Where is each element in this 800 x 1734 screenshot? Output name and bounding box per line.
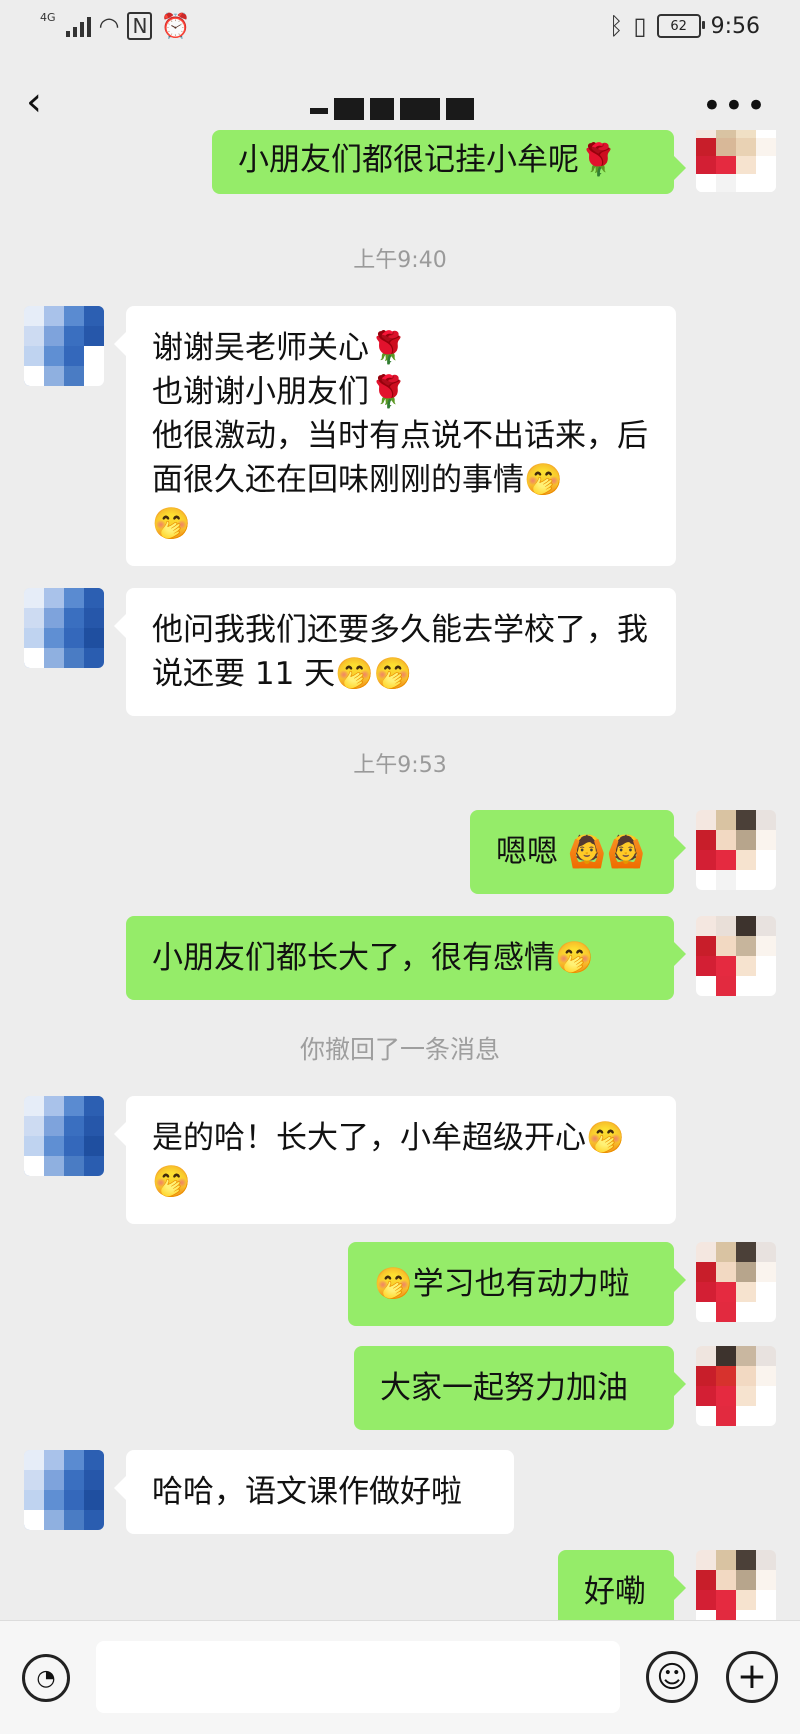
avatar-self[interactable] bbox=[696, 810, 776, 890]
battery-icon: 62 bbox=[656, 14, 705, 38]
avatar-self[interactable] bbox=[696, 1242, 776, 1322]
message-bubble-outgoing[interactable]: 好嘞 bbox=[558, 1550, 686, 1620]
avatar-self[interactable] bbox=[696, 1346, 776, 1426]
plus-icon: + bbox=[736, 1656, 768, 1697]
message-bubble-outgoing[interactable]: 小朋友们都长大了，很有感情🤭 bbox=[126, 916, 686, 1000]
message-bubble-outgoing[interactable]: 大家一起努力加油 bbox=[354, 1346, 686, 1430]
more-button[interactable]: ••• bbox=[702, 86, 768, 126]
chat-area[interactable]: 小朋友们都很记挂小牟呢🌹 上午9:40 谢谢吴老师关心🌹 也谢谢小朋友们🌹 他很… bbox=[0, 130, 800, 1620]
ellipsis-icon: ••• bbox=[701, 86, 768, 126]
emoji-button[interactable]: ☺ bbox=[646, 1651, 698, 1703]
message-bubble-outgoing[interactable]: 小朋友们都很记挂小牟呢🌹 bbox=[212, 130, 686, 194]
chat-title-redacted bbox=[310, 98, 480, 120]
input-bar: ◔ ☺ + bbox=[0, 1620, 800, 1734]
battery-level: 62 bbox=[670, 18, 687, 34]
voice-icon: ◔ bbox=[36, 1665, 56, 1691]
avatar-contact[interactable] bbox=[24, 306, 104, 386]
chevron-left-icon: ‹ bbox=[26, 79, 42, 125]
message-bubble-outgoing[interactable]: 🤭学习也有动力啦 bbox=[348, 1242, 686, 1326]
avatar-self[interactable] bbox=[696, 916, 776, 996]
message-bubble-incoming[interactable]: 谢谢吴老师关心🌹 也谢谢小朋友们🌹 他很激动，当时有点说不出话来，后面很久还在回… bbox=[114, 306, 676, 566]
more-actions-button[interactable]: + bbox=[726, 1651, 778, 1703]
avatar-self[interactable] bbox=[696, 130, 776, 192]
timestamp: 上午9:53 bbox=[353, 753, 447, 778]
back-button[interactable]: ‹ bbox=[26, 82, 42, 122]
voice-button[interactable]: ◔ bbox=[22, 1654, 70, 1702]
message-input[interactable] bbox=[96, 1641, 620, 1713]
alarm-icon: ⏰ bbox=[160, 12, 191, 40]
smiley-icon: ☺ bbox=[656, 1659, 688, 1695]
avatar-contact[interactable] bbox=[24, 588, 104, 668]
nfc-icon: N bbox=[127, 12, 153, 40]
status-left: 4G ◠ N ⏰ bbox=[40, 10, 191, 40]
avatar-self[interactable] bbox=[696, 1550, 776, 1620]
wifi-icon: ◠ bbox=[98, 12, 120, 40]
message-bubble-incoming[interactable]: 是的哈！长大了，小牟超级开心🤭 🤭 bbox=[114, 1096, 676, 1224]
status-right: ᛒ ▯ 62 9:56 bbox=[609, 12, 760, 40]
network-type-label: 4G bbox=[40, 10, 56, 24]
message-bubble-incoming[interactable]: 哈哈，语文课作做好啦 bbox=[114, 1450, 514, 1534]
status-bar: 4G ◠ N ⏰ ᛒ ▯ 62 9:56 bbox=[0, 0, 800, 56]
recalled-message-notice: 你撤回了一条消息 bbox=[299, 1035, 500, 1064]
vibrate-icon: ▯ bbox=[633, 12, 647, 40]
avatar-contact[interactable] bbox=[24, 1450, 104, 1530]
status-time: 9:56 bbox=[710, 13, 760, 39]
signal-icon bbox=[65, 15, 91, 37]
bluetooth-icon: ᛒ bbox=[608, 12, 624, 40]
message-bubble-incoming[interactable]: 他问我我们还要多久能去学校了，我说还要 11 天🤭🤭 bbox=[114, 588, 676, 716]
message-bubble-outgoing[interactable]: 嗯嗯 🙆🙆 bbox=[470, 810, 686, 894]
avatar-contact[interactable] bbox=[24, 1096, 104, 1176]
timestamp: 上午9:40 bbox=[353, 248, 447, 273]
